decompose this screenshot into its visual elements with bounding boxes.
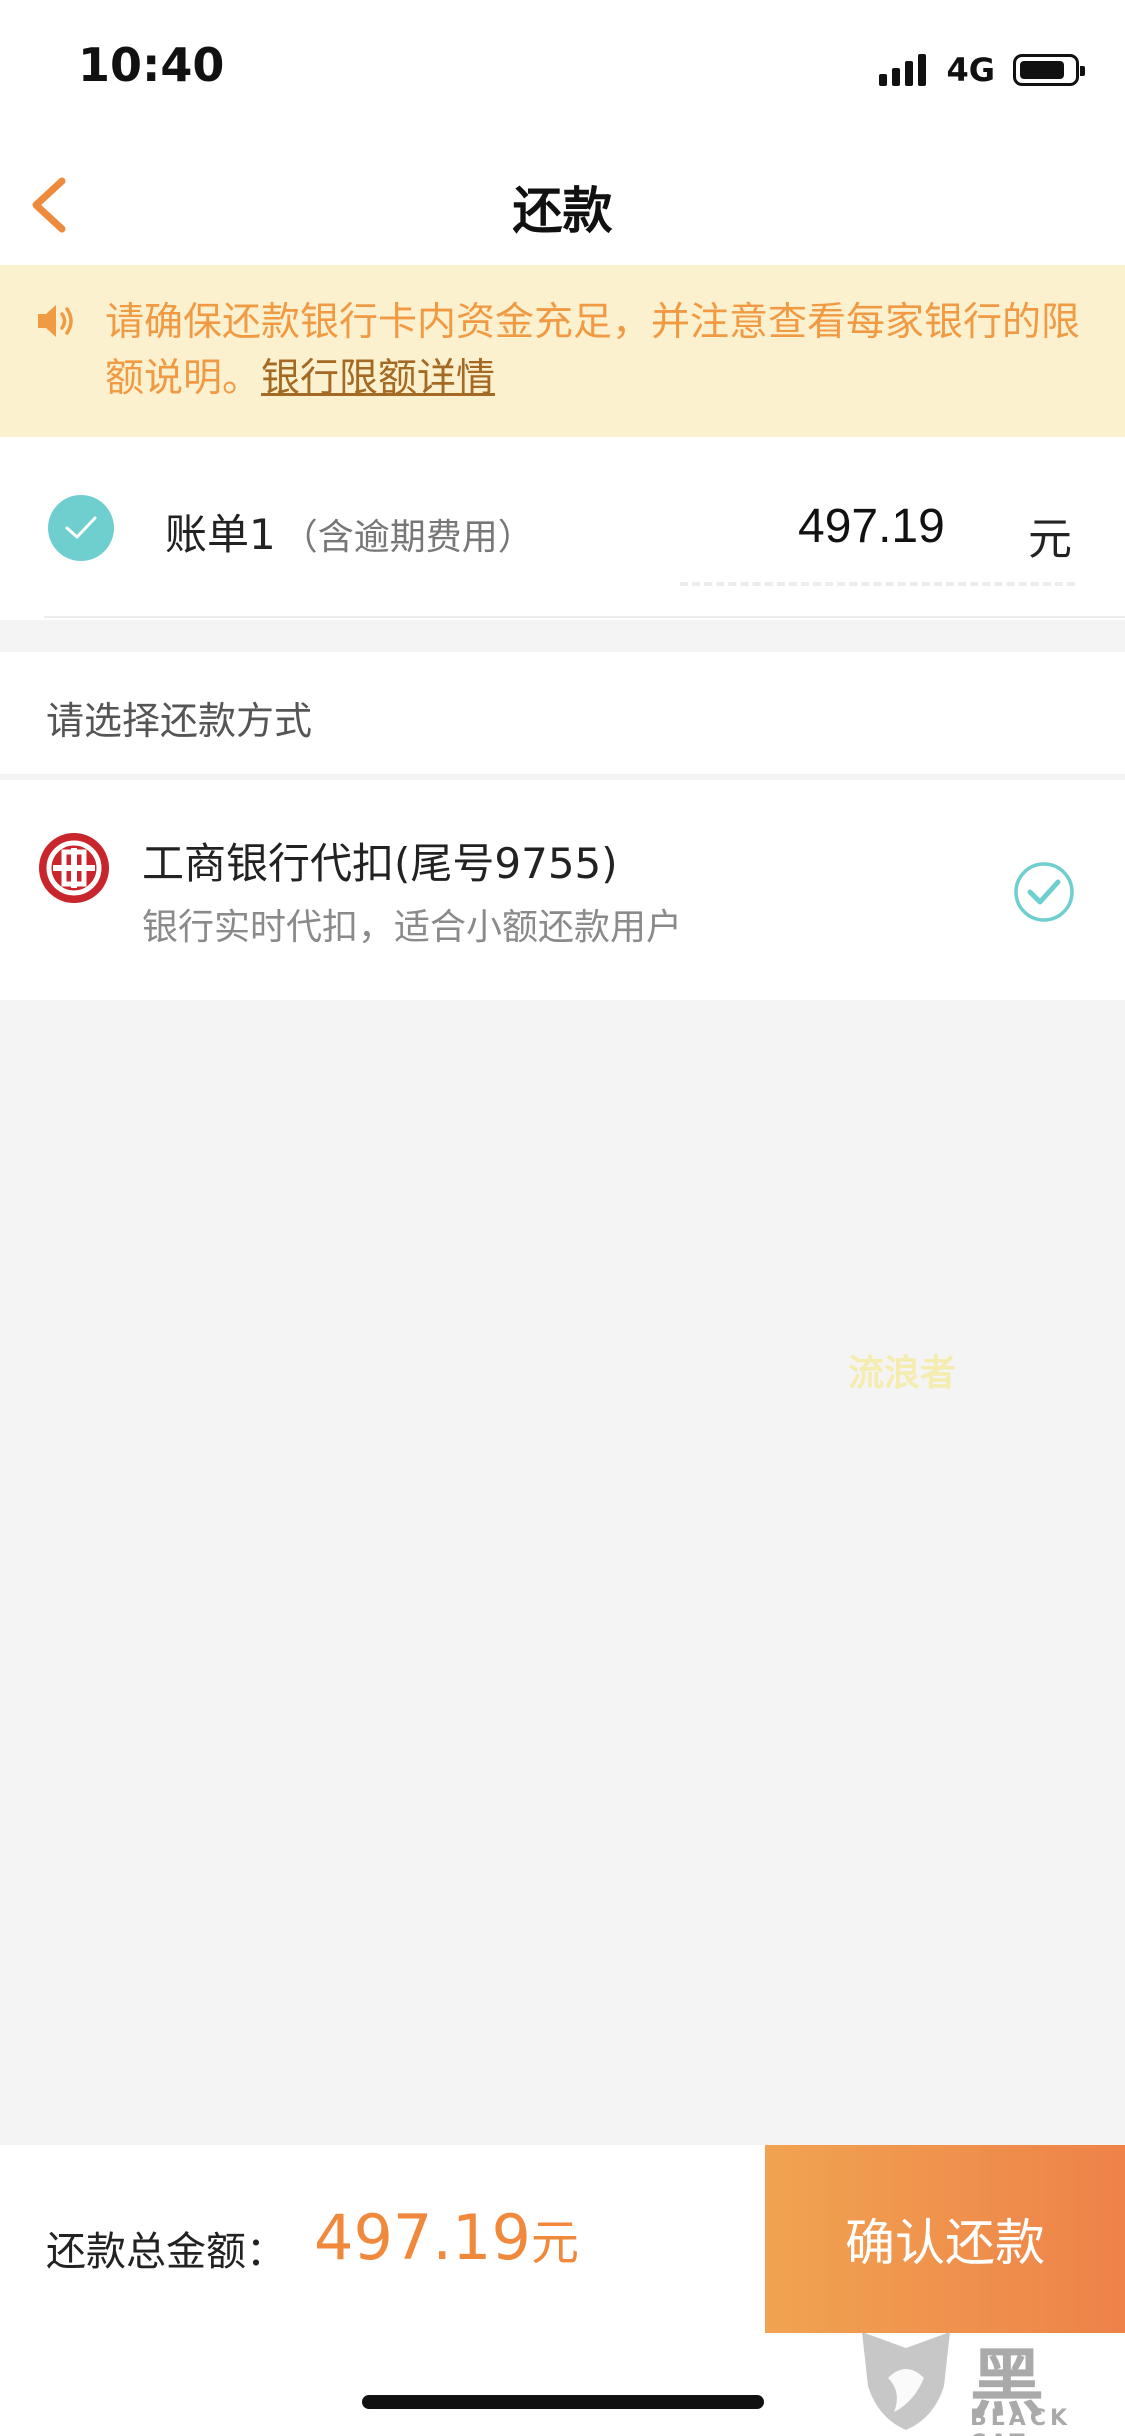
bill-note: （含逾期费用） xyxy=(281,517,534,558)
divider xyxy=(44,616,1125,618)
payment-section-label: 请选择还款方式 xyxy=(46,699,313,743)
payment-section-header: 请选择还款方式 xyxy=(0,652,1125,774)
notice-message: 请确保还款银行卡内资金充足，并注意查看每家银行的限额说明。 xyxy=(105,300,1081,401)
speaker-icon xyxy=(38,305,73,337)
amount-underline xyxy=(680,582,1075,586)
status-icons: 4G xyxy=(879,50,1085,90)
bill-unit: 元 xyxy=(1028,514,1072,565)
bank-description: 银行实时代扣，适合小额还款用户 xyxy=(142,907,683,948)
total-unit: 元 xyxy=(530,2215,579,2271)
confirm-repayment-button[interactable]: 确认还款 xyxy=(765,2145,1125,2333)
page-title: 还款 xyxy=(512,182,613,240)
total-label: 还款总金额： xyxy=(46,2229,286,2275)
total-value: 497.19 xyxy=(314,2201,531,2274)
nav-bar: 还款 xyxy=(0,135,1125,265)
bank-name: 工商银行代扣(尾号9755) xyxy=(142,839,618,888)
status-bar: 10:40 4G xyxy=(0,0,1125,135)
bill-label: 账单1 （含逾期费用） xyxy=(165,501,534,562)
payment-method-icbc[interactable]: 工商银行代扣(尾号9755) 银行实时代扣，适合小额还款用户 xyxy=(0,780,1125,1000)
status-time: 10:40 xyxy=(78,38,225,92)
home-indicator xyxy=(362,2395,764,2409)
icbc-logo-icon xyxy=(39,833,109,903)
black-cat-logo: 黑猫 BLACK CAT xyxy=(852,2318,1125,2436)
notice-text: 请确保还款银行卡内资金充足，并注意查看每家银行的限额说明。银行限额详情 xyxy=(105,295,1095,407)
logo-subtitle: BLACK CAT xyxy=(970,2406,1072,2436)
bill-name: 账单1 xyxy=(165,510,276,559)
bill-row: 账单1（含逾期费用） 元 xyxy=(0,437,1125,620)
signal-icon xyxy=(879,54,927,86)
total-amount: 497.19元 xyxy=(314,2201,579,2274)
bill-checkbox[interactable] xyxy=(48,495,114,561)
battery-icon xyxy=(1013,54,1085,86)
watermark-text: 流浪者 xyxy=(848,1353,957,1394)
notice-banner: 请确保还款银行卡内资金充足，并注意查看每家银行的限额说明。银行限额详情 xyxy=(0,265,1125,437)
bill-amount-input[interactable] xyxy=(798,497,968,555)
check-icon xyxy=(65,516,97,539)
bank-limit-link[interactable]: 银行限额详情 xyxy=(261,356,495,401)
check-circle-icon[interactable] xyxy=(1012,860,1076,924)
network-label: 4G xyxy=(946,51,995,89)
cat-shield-icon xyxy=(862,2332,950,2430)
